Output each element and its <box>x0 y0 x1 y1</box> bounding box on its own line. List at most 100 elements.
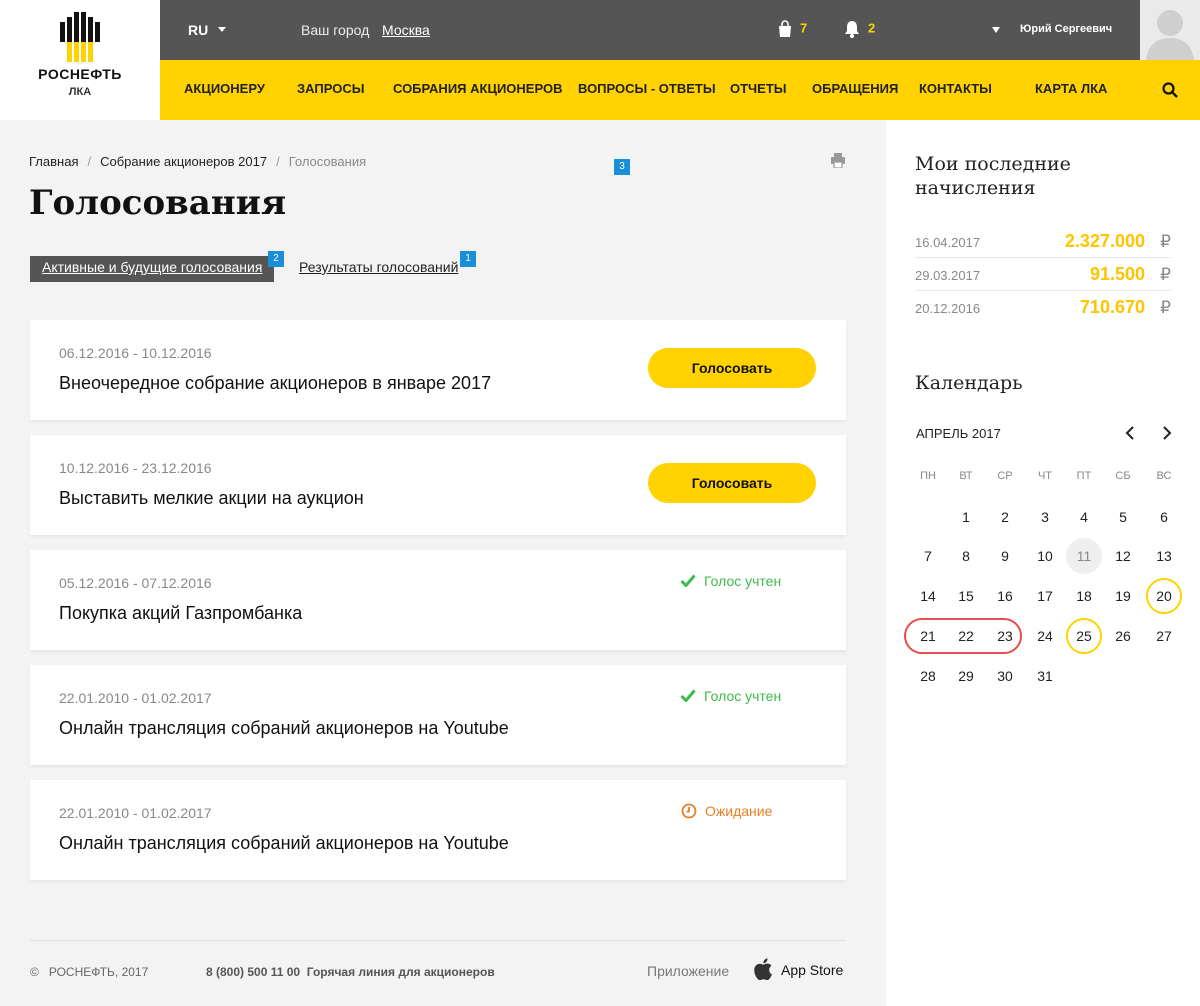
nav-item-requests[interactable]: ЗАПРОСЫ <box>297 81 364 96</box>
nav-item-appeals[interactable]: ОБРАЩЕНИЯ <box>812 81 898 96</box>
calendar-day[interactable]: 21 <box>910 618 946 654</box>
calendar-day[interactable]: 17 <box>1027 578 1063 614</box>
breadcrumb-separator: / <box>276 154 280 169</box>
search-icon <box>1162 82 1178 98</box>
logo-brand: РОСНЕФТЬ <box>38 66 122 82</box>
calendar-day[interactable]: 27 <box>1146 618 1182 654</box>
calendar-day[interactable]: 2 <box>987 499 1023 535</box>
payment-divider <box>915 290 1171 291</box>
breadcrumb: Главная / Собрание акционеров 2017 / Голосов… <box>29 154 366 169</box>
cart-count: 7 <box>800 20 808 36</box>
vote-card: 22.01.2010 - 01.02.2017 Онлайн трансляци… <box>30 780 846 880</box>
vote-card: 22.01.2010 - 01.02.2017 Онлайн трансляци… <box>30 665 846 765</box>
calendar-month: АПРЕЛЬ 2017 <box>916 426 1001 441</box>
calendar-day[interactable]: 14 <box>910 578 946 614</box>
calendar-day[interactable]: 4 <box>1066 499 1102 535</box>
nav-item-meetings[interactable]: СОБРАНИЯ АКЦИОНЕРОВ <box>393 81 562 96</box>
app-store-label: App Store <box>781 962 844 978</box>
vote-card: 05.12.2016 - 07.12.2016 Покупка акций Га… <box>30 550 846 650</box>
calendar-day[interactable]: 1 <box>948 499 984 535</box>
vote-status: Голос учтен <box>680 573 781 589</box>
payment-amount: 91.500 <box>1089 264 1145 284</box>
tab-active-votes[interactable]: Активные и будущие голосования <box>30 256 275 282</box>
breadcrumb-meeting[interactable]: Собрание акционеров 2017 <box>100 154 267 169</box>
nav-item-contacts[interactable]: КОНТАКТЫ <box>919 81 992 96</box>
calendar-day[interactable]: 11 <box>1066 538 1102 574</box>
calendar-day[interactable]: 16 <box>987 578 1023 614</box>
breadcrumb-badge: 3 <box>614 159 630 175</box>
calendar-next-button[interactable] <box>1162 426 1172 445</box>
calendar-day[interactable]: 10 <box>1027 538 1063 574</box>
city-link[interactable]: Москва <box>382 22 430 38</box>
calendar-prev-button[interactable] <box>1125 426 1135 445</box>
payment-date: 29.03.2017 <box>915 268 981 283</box>
calendar-day[interactable]: 28 <box>910 658 946 694</box>
footer-divider <box>30 940 846 941</box>
vote-title: Онлайн трансляция собраний акционеров на… <box>59 833 509 853</box>
chevron-down-icon <box>218 27 227 33</box>
calendar-day[interactable]: 9 <box>987 538 1023 574</box>
vote-button[interactable]: Голосовать <box>648 348 816 388</box>
breadcrumb-separator: / <box>87 154 92 169</box>
nav-item-sitemap[interactable]: КАРТА ЛКА <box>1035 81 1107 96</box>
avatar[interactable] <box>1140 0 1200 60</box>
payment-amount: 2.327.000 <box>1064 231 1145 251</box>
notifications-button[interactable]: 2 <box>844 20 875 38</box>
calendar-title: Календарь <box>915 372 1023 394</box>
chevron-right-icon <box>1163 426 1172 440</box>
calendar-day[interactable]: 12 <box>1105 538 1141 574</box>
payment-currency: ₽ <box>1160 265 1171 284</box>
calendar-day[interactable]: 20 <box>1146 578 1182 614</box>
calendar-day[interactable]: 18 <box>1066 578 1102 614</box>
calendar-day[interactable]: 15 <box>948 578 984 614</box>
calendar-day[interactable]: 3 <box>1027 499 1063 535</box>
notifications-count: 2 <box>868 20 876 36</box>
calendar-day[interactable]: 5 <box>1105 499 1141 535</box>
calendar-day[interactable]: 24 <box>1027 618 1063 654</box>
user-name[interactable]: Юрий Сергеевич <box>1020 23 1112 35</box>
calendar-day[interactable]: 30 <box>987 658 1023 694</box>
calendar-day[interactable]: 22 <box>948 618 984 654</box>
vote-button[interactable]: Голосовать <box>648 463 816 503</box>
calendar-day[interactable]: 29 <box>948 658 984 694</box>
calendar-day[interactable]: 19 <box>1105 578 1141 614</box>
app-store-link[interactable]: App Store <box>753 958 844 981</box>
calendar-weekday: ПТ <box>1076 470 1092 482</box>
clock-icon <box>681 803 697 819</box>
calendar-day[interactable]: 8 <box>948 538 984 574</box>
rosneft-logo-icon <box>60 12 100 62</box>
nav-item-reports[interactable]: ОТЧЕТЫ <box>730 81 787 96</box>
chevron-left-icon <box>1125 426 1134 440</box>
printer-icon <box>831 153 845 169</box>
breadcrumb-home[interactable]: Главная <box>29 154 78 169</box>
page-title: Голосования <box>29 183 287 223</box>
payment-amount: 710.670 <box>1079 297 1145 317</box>
payment-currency: ₽ <box>1160 232 1171 251</box>
calendar-day[interactable]: 25 <box>1066 618 1102 654</box>
calendar-weekday: СБ <box>1115 470 1131 482</box>
calendar-day[interactable]: 13 <box>1146 538 1182 574</box>
calendar-day[interactable]: 26 <box>1105 618 1141 654</box>
nav-item-faq[interactable]: ВОПРОСЫ - ОТВЕТЫ <box>578 81 716 96</box>
language-select[interactable]: RU <box>188 22 227 38</box>
calendar-day[interactable]: 31 <box>1027 658 1063 694</box>
calendar-weekday: СР <box>997 470 1013 482</box>
apple-icon <box>754 958 772 981</box>
checkmark-icon <box>680 574 696 589</box>
vote-card: 10.12.2016 - 23.12.2016 Выставить мелкие… <box>30 435 846 535</box>
vote-title: Внеочередное собрание акционеров в январ… <box>59 373 492 393</box>
cart-button[interactable]: 7 <box>778 20 807 38</box>
print-button[interactable] <box>830 153 846 173</box>
search-button[interactable] <box>1140 60 1200 120</box>
tab-vote-results[interactable]: Результаты голосований <box>299 259 458 275</box>
calendar-day[interactable]: 6 <box>1146 499 1182 535</box>
shopping-bag-icon <box>779 20 791 37</box>
calendar-day[interactable]: 7 <box>910 538 946 574</box>
user-menu-chevron-icon[interactable] <box>992 27 1000 33</box>
nav-item-shareholder[interactable]: АКЦИОНЕРУ <box>184 81 265 96</box>
vote-dates: 22.01.2010 - 01.02.2017 <box>59 690 212 706</box>
logo[interactable]: РОСНЕФТЬ ЛКА <box>0 0 160 120</box>
calendar-day[interactable]: 23 <box>987 618 1023 654</box>
payments-title: Мои последние начисления <box>915 153 1071 199</box>
payment-currency: ₽ <box>1160 298 1171 317</box>
